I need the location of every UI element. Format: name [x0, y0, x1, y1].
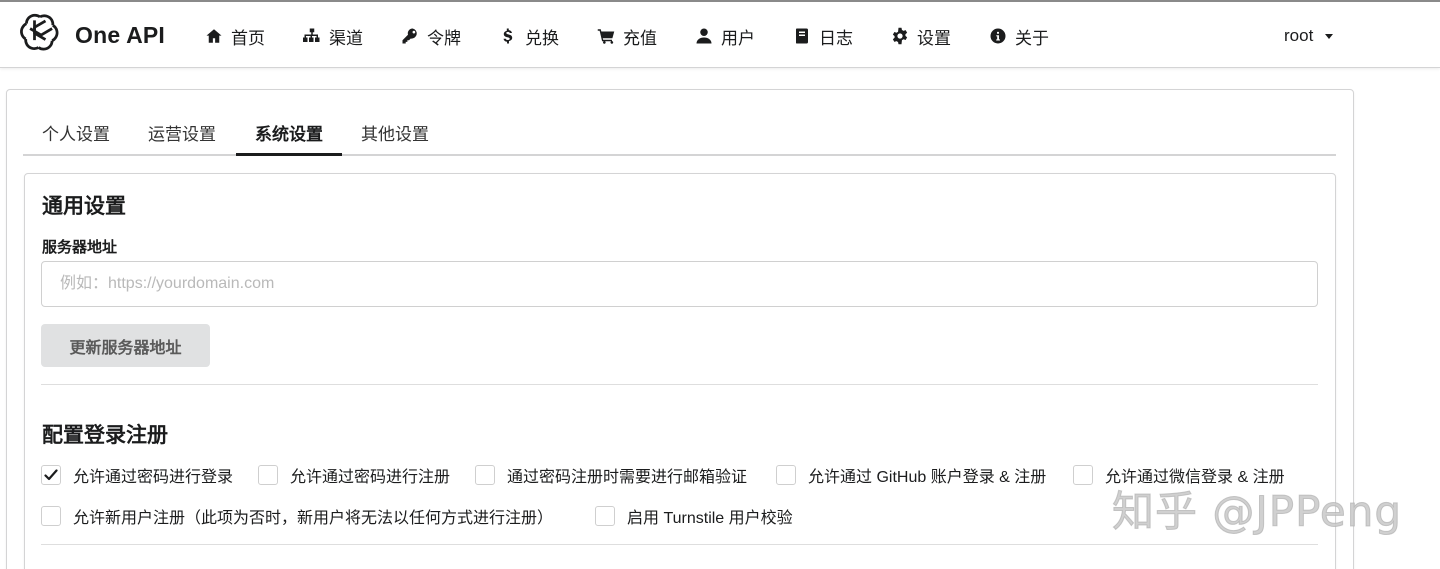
email-verification-checkbox[interactable]: 通过密码注册时需要进行邮箱验证	[475, 463, 747, 487]
nav-item-label: 渠道	[329, 28, 363, 48]
nav-item-settings[interactable]: 设置	[890, 24, 951, 48]
login-register-title: 配置登录注册	[42, 424, 168, 447]
tab-operation[interactable]: 运营设置	[129, 111, 235, 156]
checkbox-box[interactable]	[1073, 465, 1093, 485]
github-oauth-checkbox[interactable]: 允许通过 GitHub 账户登录 & 注册	[776, 463, 1046, 487]
nav-item-label: 令牌	[427, 28, 461, 48]
dollar-icon	[498, 26, 518, 46]
sitemap-icon	[302, 26, 322, 46]
checkbox-box[interactable]	[595, 506, 615, 526]
nav-item-label: 首页	[231, 28, 265, 48]
nav-item-about[interactable]: 关于	[988, 24, 1049, 48]
checkbox-label: 通过密码注册时需要进行邮箱验证	[507, 469, 748, 486]
tab-system[interactable]: 系统设置	[236, 111, 342, 156]
nav-item-label: 兑换	[525, 28, 559, 48]
key-icon	[400, 26, 420, 46]
registration-enabled-checkbox[interactable]: 允许新用户注册（此项为否时，新用户将无法以任何方式进行注册）	[41, 504, 553, 528]
home-icon	[204, 26, 224, 46]
tab-other[interactable]: 其他设置	[342, 111, 448, 156]
nav-item-label: 日志	[819, 28, 853, 48]
checkbox-label: 允许通过 GitHub 账户登录 & 注册	[808, 469, 1047, 486]
nav-item-home[interactable]: 首页	[204, 24, 265, 48]
cart-icon	[596, 26, 616, 46]
password-register-checkbox[interactable]: 允许通过密码进行注册	[258, 463, 450, 487]
update-server-address-button[interactable]: 更新服务器地址	[41, 324, 210, 367]
user-icon	[694, 26, 714, 46]
checkbox-label: 启用 Turnstile 用户校验	[627, 510, 793, 527]
user-dropdown[interactable]: root	[1284, 24, 1334, 48]
nav-item-redeem[interactable]: 兑换	[498, 24, 559, 48]
checkbox-box[interactable]	[41, 506, 61, 526]
nav-item-users[interactable]: 用户	[694, 24, 755, 48]
general-settings-title: 通用设置	[42, 195, 126, 218]
checkmark-icon	[44, 469, 58, 481]
nav-item-label: 用户	[721, 28, 755, 48]
server-address-label: 服务器地址	[42, 239, 118, 256]
section-divider	[41, 384, 1318, 385]
password-login-checkbox[interactable]: 允许通过密码进行登录	[41, 463, 233, 487]
openai-logo-icon	[18, 11, 62, 60]
username: root	[1284, 26, 1314, 45]
checkbox-box[interactable]	[776, 465, 796, 485]
checkbox-label: 允许通过密码进行登录	[73, 469, 234, 486]
watermark: 知乎 @JPPeng	[1111, 487, 1403, 537]
tab-personal[interactable]: 个人设置	[23, 111, 129, 156]
nav-item-channels[interactable]: 渠道	[302, 24, 363, 48]
caret-down-icon	[1325, 33, 1334, 39]
nav-item-topup[interactable]: 充值	[596, 24, 657, 48]
info-circle-icon	[988, 26, 1008, 46]
server-address-input[interactable]	[41, 261, 1318, 307]
turnstile-check-checkbox[interactable]: 启用 Turnstile 用户校验	[595, 504, 793, 528]
brand[interactable]: One API	[18, 12, 165, 58]
nav-item-tokens[interactable]: 令牌	[400, 24, 461, 48]
checkbox-box[interactable]	[41, 465, 61, 485]
nav-item-label: 设置	[917, 28, 951, 48]
gear-icon	[890, 26, 910, 46]
checkbox-box[interactable]	[258, 465, 278, 485]
section-divider	[41, 544, 1318, 545]
top-navbar: One API 首页 渠道 令牌 兑换 充值 用户 日志 设置 关于 root	[0, 0, 1440, 68]
checkbox-label: 允许通过密码进行注册	[290, 469, 451, 486]
nav-item-label: 关于	[1015, 28, 1049, 48]
book-icon	[792, 26, 812, 46]
settings-tabs: 个人设置 运营设置 系统设置 其他设置	[23, 111, 1336, 156]
app-name: One API	[75, 21, 166, 48]
nav-item-logs[interactable]: 日志	[792, 24, 853, 48]
nav-item-label: 充值	[623, 28, 657, 48]
checkbox-box[interactable]	[475, 465, 495, 485]
checkbox-label: 允许新用户注册（此项为否时，新用户将无法以任何方式进行注册）	[73, 510, 554, 527]
